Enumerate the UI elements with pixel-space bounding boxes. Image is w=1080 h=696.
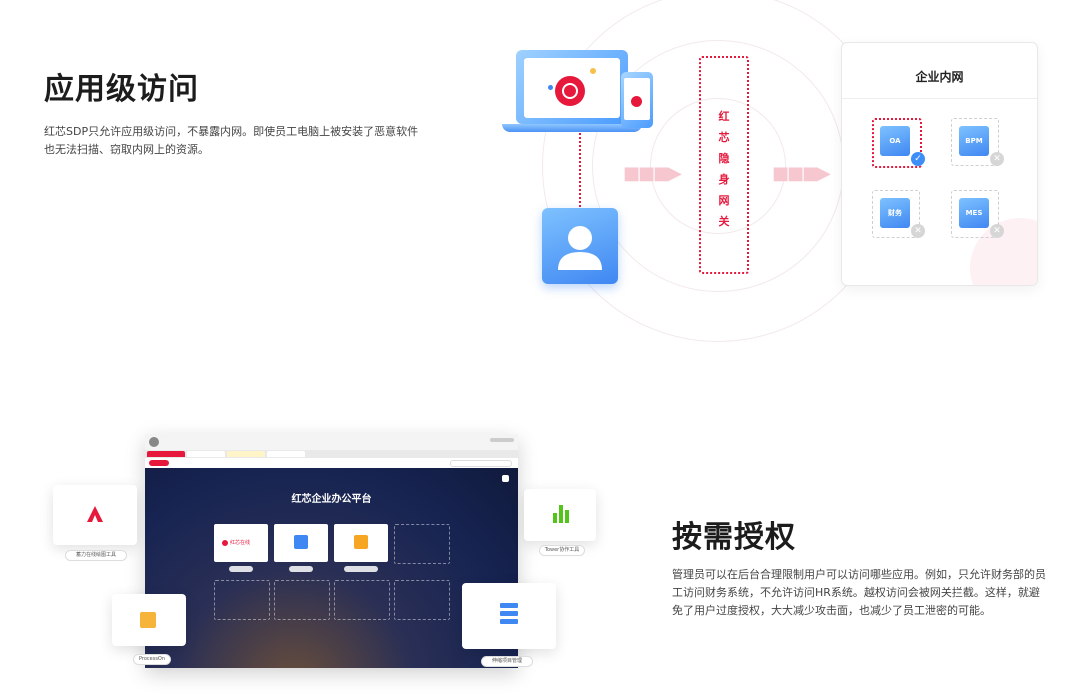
float-label: 蓄力在线绘图工具 xyxy=(65,550,127,561)
decor-dot-yellow xyxy=(590,68,596,74)
oa-app-icon: OA xyxy=(880,126,910,156)
arrow-right-icon: ■■■▶ xyxy=(623,163,682,184)
bar-chart-icon xyxy=(553,505,569,523)
tile-logo-text: 红芯在线 xyxy=(230,540,251,546)
device-user-connector xyxy=(579,133,581,207)
browser-tab-strip xyxy=(145,450,518,458)
portal-app-tile[interactable] xyxy=(334,524,388,562)
panel-divider xyxy=(842,98,1037,99)
gateway-label-char: 红 xyxy=(718,110,730,123)
browser-tab[interactable] xyxy=(187,451,225,457)
portal-app-tile[interactable]: 红芯在线 xyxy=(214,524,268,562)
float-card-drawing-tool xyxy=(53,485,137,545)
window-controls xyxy=(490,438,514,442)
gateway-label-char: 隐 xyxy=(718,152,730,165)
section2-description: 管理员可以在后台合理限制用户可以访问哪些应用。例如，只允许财务部的员工访问财务系… xyxy=(672,568,1046,617)
gateway-label-char: 芯 xyxy=(718,131,730,144)
browser-tab[interactable] xyxy=(147,451,185,457)
intranet-title: 企业内网 xyxy=(915,70,964,84)
layers-icon xyxy=(354,535,368,549)
blocked-x-icon: ✕ xyxy=(990,152,1004,166)
redcore-logo-ring xyxy=(562,83,578,99)
user-avatar xyxy=(149,437,159,447)
blocked-x-icon: ✕ xyxy=(990,224,1004,238)
float-label: Tower协作工具 xyxy=(539,545,585,556)
float-label: 伸缩项目管理 xyxy=(481,656,533,667)
browser-tab[interactable] xyxy=(227,451,265,457)
portal-search-input[interactable] xyxy=(450,460,512,467)
float-label: ProcessOn xyxy=(133,654,171,665)
tile-caption xyxy=(229,566,253,572)
section1-title: 应用级访问 xyxy=(44,72,199,107)
float-card-tower xyxy=(524,489,596,541)
finance-app-icon: 财务 xyxy=(880,198,910,228)
user-avatar-icon xyxy=(542,208,618,284)
list-icon xyxy=(500,603,518,625)
drawing-tool-logo-icon xyxy=(87,506,103,522)
portal-empty-slot xyxy=(334,580,390,620)
gateway-label-char: 身 xyxy=(718,173,730,186)
book-icon xyxy=(294,535,308,549)
processon-logo-icon xyxy=(140,612,156,628)
check-icon: ✓ xyxy=(911,152,925,166)
section1-description: 红芯SDP只允许应用级访问，不暴露内网。即使员工电脑上被安装了恶意软件也无法扫描… xyxy=(44,125,419,156)
phone-logo-icon xyxy=(631,96,642,107)
section2-title: 按需授权 xyxy=(672,520,796,555)
portal-empty-slot xyxy=(394,580,450,620)
float-card-processon xyxy=(112,594,186,646)
redcore-logo-icon xyxy=(222,540,228,546)
browser-titlebar xyxy=(145,434,518,450)
bpm-app-icon: BPM xyxy=(959,126,989,156)
blocked-x-icon: ✕ xyxy=(911,224,925,238)
mes-app-icon: MES xyxy=(959,198,989,228)
portal-menu-icon[interactable] xyxy=(502,475,509,482)
gateway-label-char: 网 xyxy=(718,194,730,207)
portal-app-tile[interactable] xyxy=(274,524,328,562)
portal-logo xyxy=(149,460,169,466)
float-card-project-mgmt xyxy=(462,583,556,649)
gateway-label-char: 关 xyxy=(718,215,730,228)
portal-empty-slot xyxy=(274,580,330,620)
portal-empty-slot xyxy=(214,580,270,620)
browser-tab[interactable] xyxy=(267,451,305,457)
tile-caption xyxy=(344,566,378,572)
platform-title: 红芯企业办公平台 xyxy=(291,494,372,505)
tile-caption xyxy=(289,566,313,572)
arrow-right-icon: ■■■▶ xyxy=(772,163,831,184)
portal-empty-slot xyxy=(394,524,450,564)
decor-dot-blue xyxy=(548,85,553,90)
